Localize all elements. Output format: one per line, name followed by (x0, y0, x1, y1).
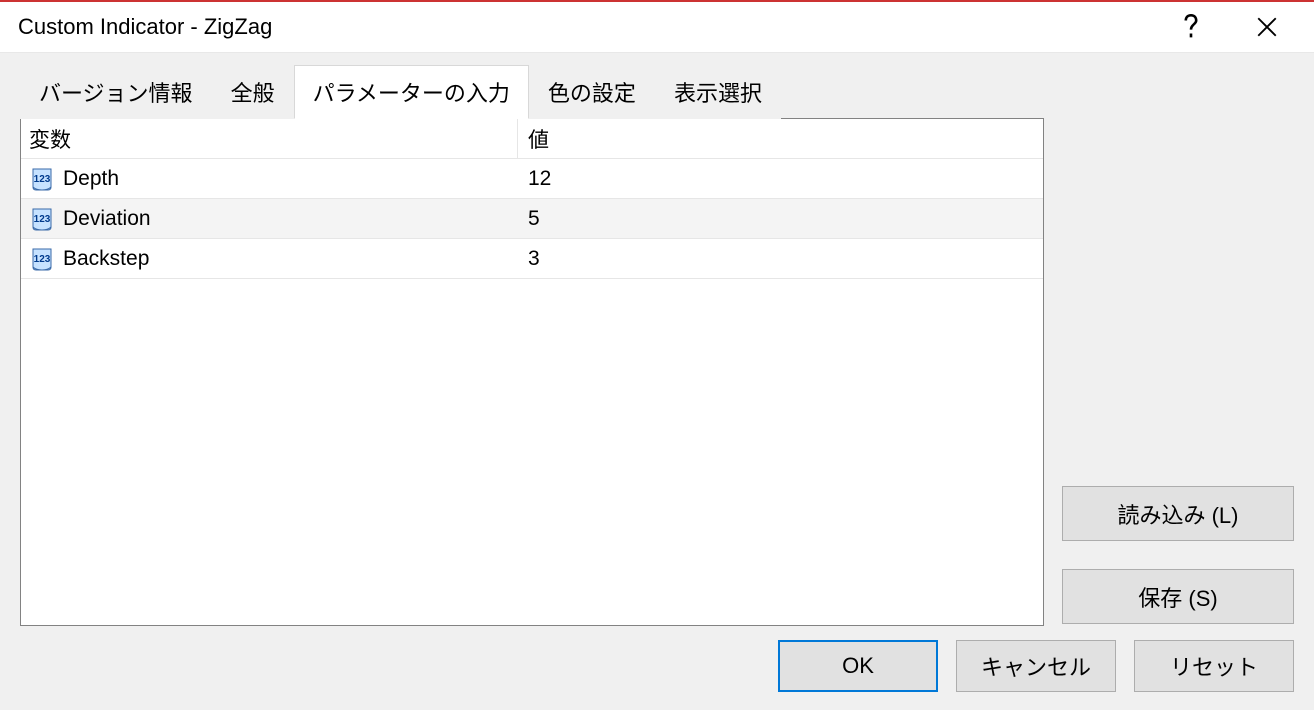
titlebar: Custom Indicator - ZigZag (0, 2, 1314, 52)
help-button[interactable] (1168, 7, 1214, 47)
table-row[interactable]: 123 Deviation 5 (21, 199, 1043, 239)
ok-button[interactable]: OK (778, 640, 938, 692)
param-value[interactable]: 3 (528, 247, 540, 271)
table-row[interactable]: 123 Backstep 3 (21, 239, 1043, 279)
reset-button[interactable]: リセット (1134, 640, 1294, 692)
window-title: Custom Indicator - ZigZag (18, 14, 1168, 40)
body-row: 変数 値 123 Depth 12 123 (20, 119, 1294, 626)
parameter-table: 変数 値 123 Depth 12 123 (20, 118, 1044, 626)
int-icon: 123 (29, 246, 55, 272)
save-button[interactable]: 保存 (S) (1062, 569, 1294, 624)
content-area: バージョン情報 全般 パラメーターの入力 色の設定 表示選択 変数 値 123 … (0, 52, 1314, 710)
help-icon (1183, 14, 1199, 40)
header-value[interactable]: 値 (518, 119, 1043, 158)
close-icon (1257, 17, 1277, 37)
cancel-button[interactable]: キャンセル (956, 640, 1116, 692)
tab-bar: バージョン情報 全般 パラメーターの入力 色の設定 表示選択 (20, 65, 1294, 119)
side-button-panel: 読み込み (L) 保存 (S) (1062, 119, 1294, 626)
param-name: Backstep (63, 247, 149, 271)
tab-general[interactable]: 全般 (212, 65, 294, 119)
titlebar-buttons (1168, 7, 1302, 47)
tab-version-info[interactable]: バージョン情報 (20, 65, 212, 119)
footer-buttons: OK キャンセル リセット (20, 626, 1294, 692)
close-button[interactable] (1244, 7, 1290, 47)
svg-text:123: 123 (34, 254, 51, 265)
param-value[interactable]: 12 (528, 167, 551, 191)
tab-display-select[interactable]: 表示選択 (655, 65, 781, 119)
svg-text:123: 123 (34, 174, 51, 185)
int-icon: 123 (29, 166, 55, 192)
param-value[interactable]: 5 (528, 207, 540, 231)
tab-color-settings[interactable]: 色の設定 (529, 65, 655, 119)
dialog: Custom Indicator - ZigZag バージョン情報 全般 パラメ… (0, 0, 1314, 710)
svg-text:123: 123 (34, 214, 51, 225)
param-name: Depth (63, 167, 119, 191)
header-variable[interactable]: 変数 (21, 119, 518, 158)
tab-parameter-input[interactable]: パラメーターの入力 (294, 65, 529, 119)
table-row[interactable]: 123 Depth 12 (21, 159, 1043, 199)
param-name: Deviation (63, 207, 151, 231)
int-icon: 123 (29, 206, 55, 232)
load-button[interactable]: 読み込み (L) (1062, 486, 1294, 541)
table-header: 変数 値 (21, 119, 1043, 159)
